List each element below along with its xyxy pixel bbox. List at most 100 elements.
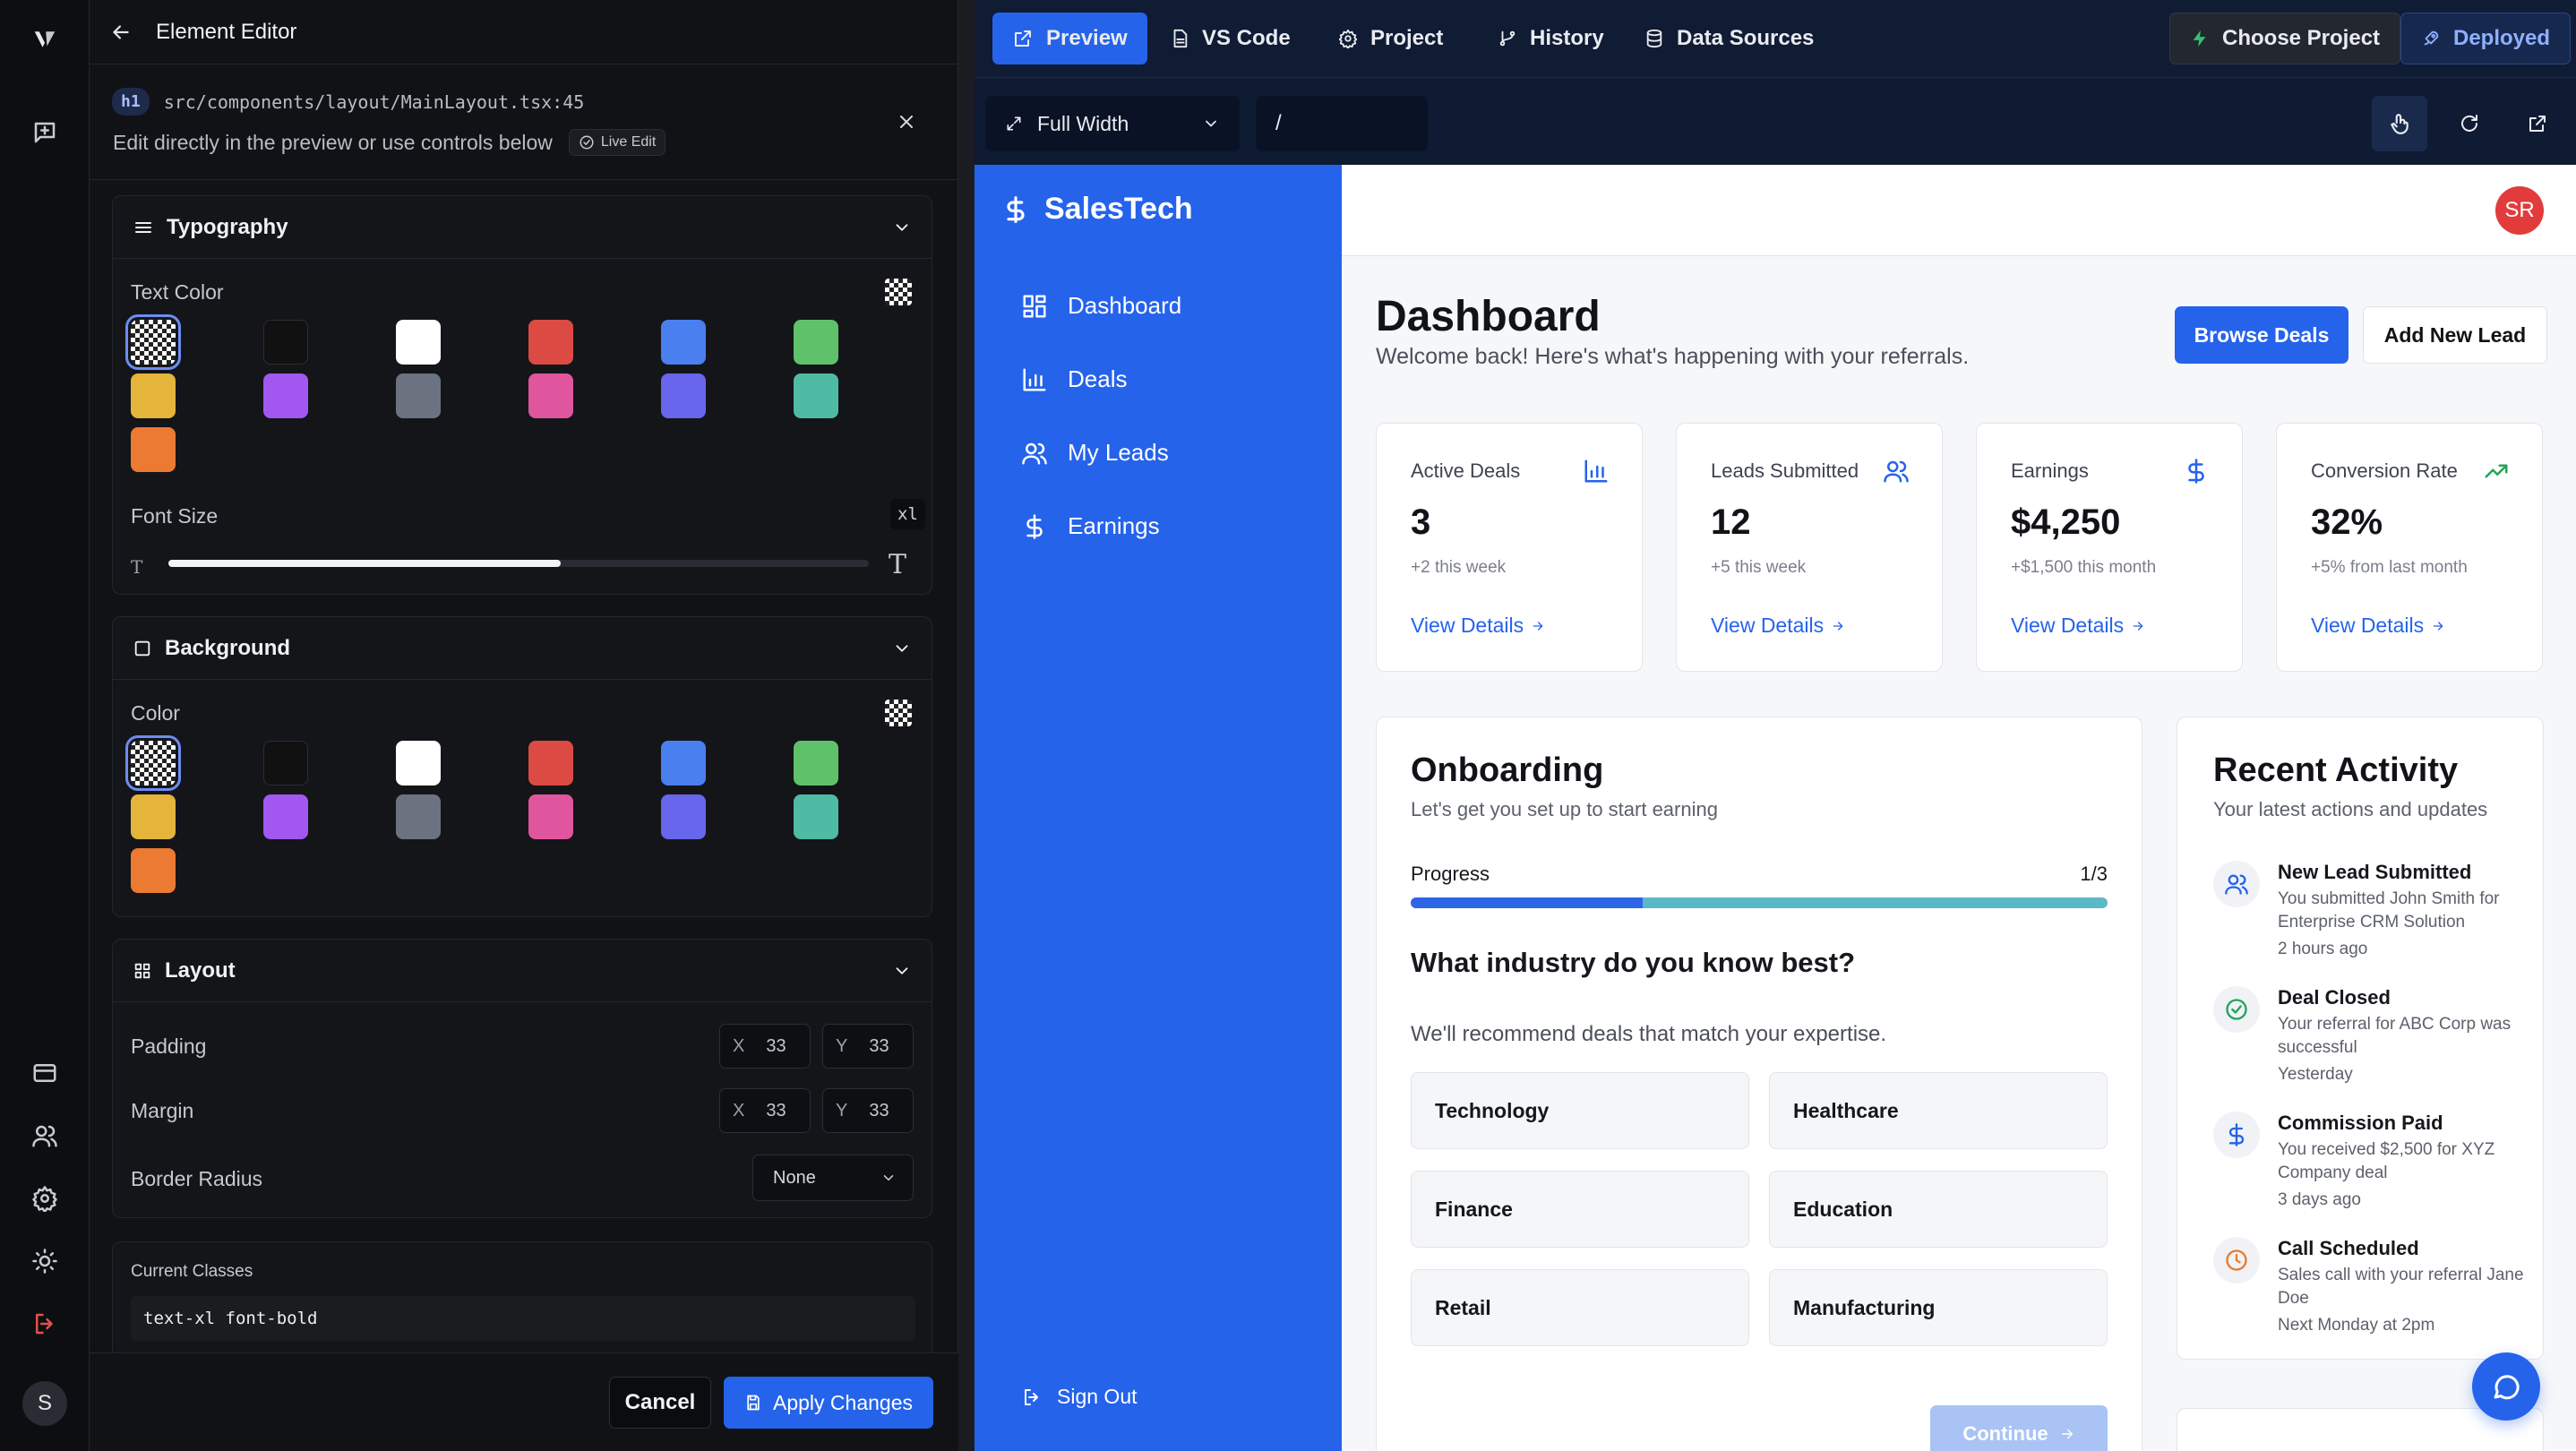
billing-card-icon[interactable] <box>23 1052 66 1095</box>
users-icon[interactable] <box>23 1114 66 1157</box>
color-swatch[interactable] <box>528 320 573 365</box>
width-select[interactable]: Full Width <box>985 96 1240 151</box>
logout-icon[interactable] <box>23 1302 66 1345</box>
activity-item[interactable]: Call Scheduled Sales call with your refe… <box>2213 1237 2554 1344</box>
color-swatch[interactable] <box>396 320 441 365</box>
color-swatch[interactable] <box>794 741 838 786</box>
option-technology[interactable]: Technology <box>1411 1072 1749 1149</box>
color-swatch[interactable] <box>125 314 181 370</box>
option-education[interactable]: Education <box>1769 1171 2108 1248</box>
tab-data-sources[interactable]: Data Sources <box>1625 13 1833 64</box>
nav-my-leads[interactable]: My Leads <box>1021 439 1169 467</box>
stat-card-leads-submitted: Leads Submitted 12 +5 this week View Det… <box>1676 423 1943 672</box>
padding-label: Padding <box>131 1035 207 1058</box>
bg-color-label: Color <box>131 701 180 725</box>
choose-project-button[interactable]: Choose Project <box>2169 13 2401 64</box>
browse-deals-button[interactable]: Browse Deals <box>2175 306 2348 364</box>
option-finance[interactable]: Finance <box>1411 1171 1749 1248</box>
app-logo-icon[interactable] <box>23 18 66 61</box>
color-swatch[interactable] <box>263 373 308 418</box>
color-swatch[interactable] <box>661 741 706 786</box>
deployed-button[interactable]: Deployed <box>2400 13 2572 64</box>
back-arrow-icon[interactable] <box>109 21 133 44</box>
user-avatar[interactable]: SR <box>2495 186 2544 235</box>
transparent-toggle-icon[interactable] <box>885 700 912 726</box>
tab-project[interactable]: Project <box>1318 13 1463 64</box>
activity-item[interactable]: Deal Closed Your referral for ABC Corp w… <box>2213 986 2554 1094</box>
color-swatch[interactable] <box>396 373 441 418</box>
tab-preview[interactable]: Preview <box>992 13 1147 64</box>
chat-bubble-icon[interactable] <box>2472 1352 2540 1421</box>
continue-button[interactable]: Continue <box>1930 1405 2108 1451</box>
font-size-slider[interactable] <box>168 560 869 567</box>
color-swatch[interactable] <box>528 741 573 786</box>
color-swatch[interactable] <box>263 741 308 786</box>
industry-question: What industry do you know best? <box>1411 947 1855 978</box>
nav-dashboard[interactable]: Dashboard <box>1021 292 1181 320</box>
transparent-toggle-icon[interactable] <box>885 279 912 305</box>
close-icon[interactable] <box>896 111 917 133</box>
view-details-link[interactable]: View Details <box>2011 614 2145 638</box>
border-radius-value: None <box>773 1167 816 1188</box>
padding-y-input[interactable]: Y 33 <box>822 1024 914 1069</box>
color-swatch[interactable] <box>396 794 441 839</box>
color-swatch[interactable] <box>528 373 573 418</box>
option-retail[interactable]: Retail <box>1411 1269 1749 1346</box>
pointer-select-icon[interactable] <box>2372 96 2427 151</box>
layout-header[interactable]: Layout <box>113 940 932 1002</box>
option-healthcare[interactable]: Healthcare <box>1769 1072 2108 1149</box>
theme-sun-icon[interactable] <box>23 1240 66 1283</box>
view-details-link[interactable]: View Details <box>2311 614 2445 638</box>
color-swatch[interactable] <box>794 794 838 839</box>
activity-item-title: Call Scheduled <box>2278 1237 2419 1259</box>
typography-title: Typography <box>167 214 288 239</box>
nav-earnings[interactable]: Earnings <box>1021 512 1160 540</box>
color-swatch[interactable] <box>794 373 838 418</box>
tab-history[interactable]: History <box>1478 13 1624 64</box>
choose-project-label: Choose Project <box>2222 26 2381 50</box>
color-swatch[interactable] <box>125 735 181 791</box>
color-swatch[interactable] <box>661 794 706 839</box>
panel-resize-handle[interactable] <box>958 0 975 1451</box>
margin-x-input[interactable]: X 33 <box>719 1088 811 1133</box>
tab-vs-code[interactable]: VS Code <box>1150 13 1310 64</box>
color-swatch[interactable] <box>661 373 706 418</box>
typography-header[interactable]: Typography <box>113 196 932 259</box>
color-swatch[interactable] <box>263 794 308 839</box>
border-radius-select[interactable]: None <box>752 1155 914 1201</box>
brand-logo[interactable]: SalesTech <box>1001 192 1193 227</box>
cancel-button[interactable]: Cancel <box>609 1377 711 1429</box>
color-swatch[interactable] <box>528 794 573 839</box>
user-avatar[interactable]: S <box>22 1381 67 1426</box>
color-swatch[interactable] <box>131 848 176 893</box>
activity-item[interactable]: Commission Paid You received $2,500 for … <box>2213 1112 2554 1219</box>
color-swatch[interactable] <box>794 320 838 365</box>
view-details-link[interactable]: View Details <box>1711 614 1845 638</box>
activity-item[interactable]: New Lead Submitted You submitted John Sm… <box>2213 861 2554 968</box>
color-swatch[interactable] <box>661 320 706 365</box>
stat-title: Leads Submitted <box>1711 459 1859 482</box>
sign-out-link[interactable]: Sign Out <box>1021 1385 1138 1409</box>
activity-item-time: Next Monday at 2pm <box>2278 1316 2435 1335</box>
view-details-link[interactable]: View Details <box>1411 614 1545 638</box>
color-swatch[interactable] <box>131 427 176 472</box>
color-swatch[interactable] <box>131 794 176 839</box>
arrow-right-icon <box>2431 619 2445 633</box>
nav-deals[interactable]: Deals <box>1021 365 1127 393</box>
open-external-icon[interactable] <box>2510 96 2565 151</box>
file-icon <box>1170 29 1189 48</box>
color-swatch[interactable] <box>396 741 441 786</box>
feedback-icon[interactable] <box>23 111 66 154</box>
margin-y-input[interactable]: Y 33 <box>822 1088 914 1133</box>
padding-x-input[interactable]: X 33 <box>719 1024 811 1069</box>
route-input[interactable]: / <box>1256 96 1428 151</box>
option-manufacturing[interactable]: Manufacturing <box>1769 1269 2108 1346</box>
sign-out-label: Sign Out <box>1057 1385 1138 1408</box>
refresh-icon[interactable] <box>2442 96 2497 151</box>
color-swatch[interactable] <box>131 373 176 418</box>
apply-changes-button[interactable]: Apply Changes <box>724 1377 933 1429</box>
background-header[interactable]: Background <box>113 617 932 680</box>
color-swatch[interactable] <box>263 320 308 365</box>
settings-gear-icon[interactable] <box>23 1177 66 1220</box>
add-new-lead-button[interactable]: Add New Lead <box>2363 306 2547 364</box>
